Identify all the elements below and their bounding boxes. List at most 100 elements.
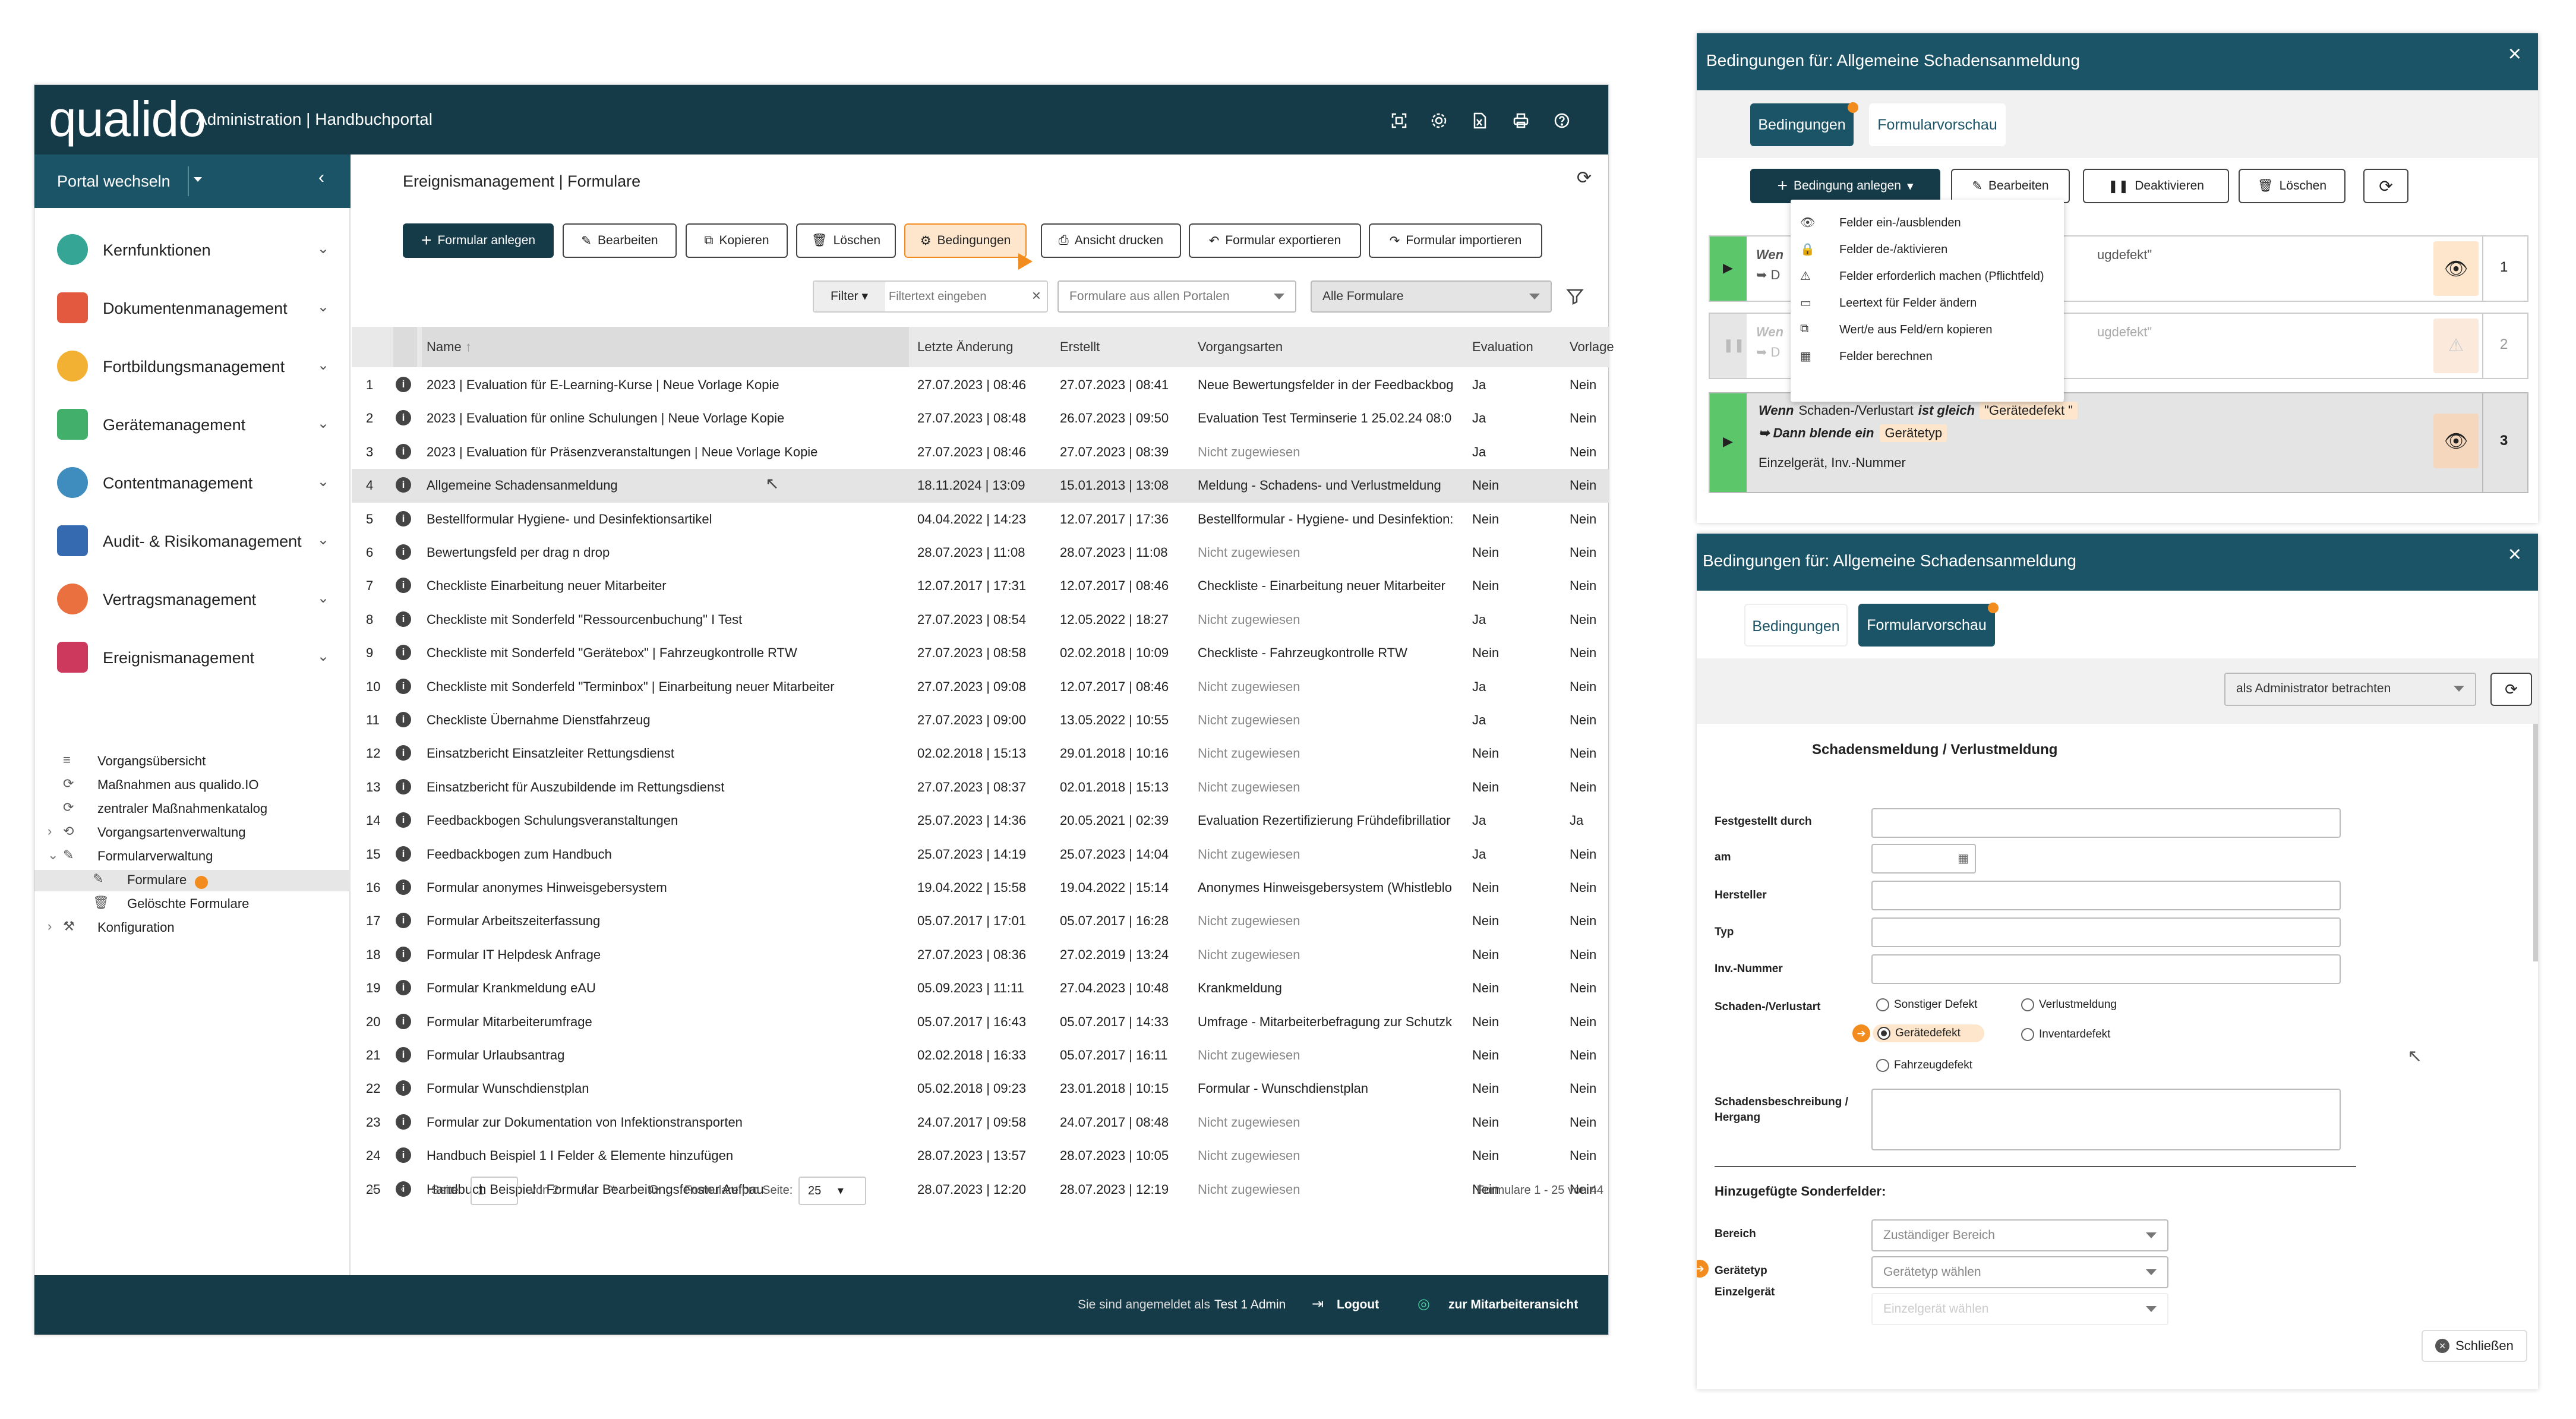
module-3[interactable]: Gerätemanagement ⌄ (34, 396, 351, 454)
calendar-icon[interactable]: ▦ (1958, 851, 1969, 866)
table-row[interactable]: 16 i Formular anonymes Hinweisgebersystem 1… (352, 871, 1609, 904)
expand-icon[interactable]: › (48, 919, 52, 934)
info-icon[interactable]: i (396, 1147, 411, 1163)
print-view-button[interactable]: ⎙ Ansicht drucken (1041, 223, 1181, 258)
filter-dropdown[interactable]: Filter ▾ (814, 282, 885, 311)
table-row[interactable]: 9 i Checkliste mit Sonderfeld "Gerätebox" … (352, 636, 1609, 670)
table-row[interactable]: 20 i Formular Mitarbeiterumfrage 05.07.2017… (352, 1005, 1609, 1039)
tab-conditions[interactable]: Bedingungen (1750, 103, 1854, 146)
table-row[interactable]: 19 i Formular Krankmeldung eAU 05.09.2023 |… (352, 972, 1609, 1005)
deactivate-button[interactable]: ❚❚ Deaktivieren (2083, 169, 2229, 203)
info-icon[interactable]: i (396, 1047, 411, 1062)
column-header-name[interactable]: Name ↑ (422, 327, 909, 367)
menu-item-2[interactable]: ⚠ Felder erforderlich machen (Pflichtfeld… (1800, 266, 2056, 290)
menu-item-0[interactable]: 👁 Felder ein-/ausblenden (1800, 213, 2056, 236)
table-row[interactable]: 23 i Formular zur Dokumentation von Infekt… (352, 1106, 1609, 1139)
module-0[interactable]: Kernfunktionen ⌄ (34, 221, 351, 279)
chevron-down-icon[interactable]: ⌄ (317, 473, 329, 490)
sidebar-subitem-6[interactable]: 🗑 Gelöschte Formulare (34, 894, 351, 915)
info-icon[interactable]: i (396, 745, 411, 761)
chevron-down-icon[interactable]: ⌄ (317, 415, 329, 432)
table-row[interactable]: 1 i 2023 | Evaluation für E-Learning-Kurse… (352, 368, 1609, 402)
delete-button[interactable]: 🗑 Löschen (796, 223, 896, 258)
info-icon[interactable]: i (396, 980, 411, 996)
menu-item-5[interactable]: ▦ Felder berechnen (1800, 346, 2056, 370)
expand-icon[interactable]: ⌄ (48, 847, 58, 863)
refresh-preview-button[interactable]: ⟳ (2490, 673, 2532, 706)
radio-vehicle-defect[interactable]: Fahrzeugdefekt (1876, 1059, 1972, 1072)
info-icon[interactable]: i (396, 377, 411, 392)
form-type-select[interactable]: Alle Formulare (1311, 280, 1552, 313)
conditions-button[interactable]: ⚙ Bedingungen (904, 223, 1027, 258)
scrollbar[interactable] (2533, 724, 2538, 961)
close-icon[interactable]: × (2508, 42, 2521, 67)
device-type-select[interactable]: Gerätetyp wählen (1871, 1256, 2168, 1288)
gear-icon[interactable] (1431, 112, 1447, 129)
column-header-evaluation[interactable]: Evaluation (1472, 327, 1543, 367)
collapse-sidebar-icon[interactable]: ‹ (318, 168, 324, 188)
info-icon[interactable]: i (396, 611, 411, 627)
column-header-types[interactable]: Vorgangsarten (1198, 327, 1471, 367)
edit-condition-button[interactable]: ✎ Bearbeiten (1951, 169, 2070, 203)
table-row[interactable]: 24 i Handbuch Beispiel 1 I Felder & Elemen… (352, 1139, 1609, 1172)
sidebar-subitem-4[interactable]: ⌄ ✎ Formularverwaltung (34, 846, 351, 868)
info-icon[interactable]: i (396, 712, 411, 727)
single-device-select[interactable]: Einzelgerät wählen (1871, 1293, 2168, 1325)
table-row[interactable]: 7 i Checkliste Einarbeitung neuer Mitarbei… (352, 569, 1609, 603)
info-icon[interactable]: i (396, 1114, 411, 1130)
table-row[interactable]: 10 i Checkliste mit Sonderfeld "Terminbox"… (352, 670, 1609, 704)
next-page-icon[interactable]: › (582, 1181, 586, 1195)
module-6[interactable]: Vertragsmanagement ⌄ (34, 570, 351, 629)
found-by-field[interactable] (1871, 808, 2341, 838)
tab-conditions[interactable]: Bedingungen (1744, 604, 1848, 647)
info-icon[interactable]: i (396, 544, 411, 560)
info-icon[interactable]: i (396, 879, 411, 895)
info-icon[interactable]: i (396, 645, 411, 661)
chevron-down-icon[interactable]: ⌄ (317, 531, 329, 548)
date-field[interactable]: ▦ (1871, 844, 1976, 874)
import-form-button[interactable]: ↷ Formular importieren (1369, 223, 1542, 258)
info-icon[interactable]: i (396, 678, 411, 694)
copy-button[interactable]: ⧉ Kopieren (686, 223, 788, 258)
sidebar-subitem-2[interactable]: ⟳ zentraler Maßnahmenkatalog (34, 799, 351, 820)
first-page-icon[interactable]: « (370, 1182, 376, 1196)
column-header-created[interactable]: Erstellt (1060, 327, 1197, 367)
info-icon[interactable]: i (396, 510, 411, 526)
create-condition-button[interactable]: + Bedingung anlegen ▾ (1750, 169, 1940, 203)
module-4[interactable]: Contentmanagement ⌄ (34, 454, 351, 512)
create-form-button[interactable]: + Formular anlegen (403, 223, 554, 258)
menu-item-3[interactable]: ▭ Leertext für Felder ändern (1800, 293, 2056, 317)
table-row[interactable]: 22 i Formular Wunschdienstplan 05.02.2018 |… (352, 1072, 1609, 1105)
portal-filter-select[interactable]: Formulare aus allen Portalen (1057, 280, 1296, 313)
xlsx-icon[interactable] (1471, 112, 1488, 129)
close-icon[interactable]: × (2508, 542, 2521, 567)
employee-view-link[interactable]: zur Mitarbeiteransicht (1448, 1298, 1578, 1312)
chevron-down-icon[interactable]: ⌄ (317, 298, 329, 316)
print-icon[interactable] (1513, 112, 1529, 129)
filter-funnel-icon[interactable] (1566, 288, 1584, 308)
prev-page-icon[interactable]: ‹ (400, 1182, 405, 1196)
portal-switch[interactable]: Portal wechseln ‹ (34, 154, 351, 208)
sidebar-subitem-1[interactable]: ⟳ Maßnahmen aus qualido.IO (34, 775, 351, 796)
tab-preview[interactable]: Formularvorschau (1869, 103, 2006, 146)
logout-link[interactable]: Logout (1337, 1298, 1379, 1312)
table-row[interactable]: 13 i Einsatzbericht für Auszubildende im R… (352, 771, 1609, 804)
info-icon[interactable]: i (396, 812, 411, 828)
refresh-icon[interactable]: ⟳ (1577, 168, 1592, 188)
info-icon[interactable]: i (396, 1080, 411, 1096)
module-2[interactable]: Fortbildungsmanagement ⌄ (34, 338, 351, 396)
module-1[interactable]: Dokumentenmanagement ⌄ (34, 279, 351, 338)
portal-dropdown-icon[interactable] (194, 177, 202, 182)
table-row[interactable]: 17 i Formular Arbeitszeiterfassung 05.07.20… (352, 904, 1609, 938)
export-form-button[interactable]: ↶ Formular exportieren (1189, 223, 1361, 258)
sidebar-subitem-3[interactable]: › ⟲ Vorgangsartenverwaltung (34, 822, 351, 844)
radio-other-defect[interactable]: Sonstiger Defekt (1876, 998, 1977, 1011)
close-button[interactable]: × Schließen (2422, 1330, 2527, 1362)
radio-loss[interactable]: Verlustmeldung (2021, 998, 2117, 1011)
table-row[interactable]: 5 i Bestellformular Hygiene- und Desinfekt… (352, 503, 1609, 536)
module-7[interactable]: Ereignismanagement ⌄ (34, 629, 351, 687)
table-row[interactable]: 11 i Checkliste Übernahme Dienstfahrzeug 27… (352, 704, 1609, 737)
view-as-select[interactable]: als Administrator betrachten (2224, 673, 2476, 706)
radio-device-defect[interactable]: Gerätedefekt (1873, 1024, 1984, 1042)
table-row[interactable]: 18 i Formular IT Helpdesk Anfrage 27.07.202… (352, 938, 1609, 972)
